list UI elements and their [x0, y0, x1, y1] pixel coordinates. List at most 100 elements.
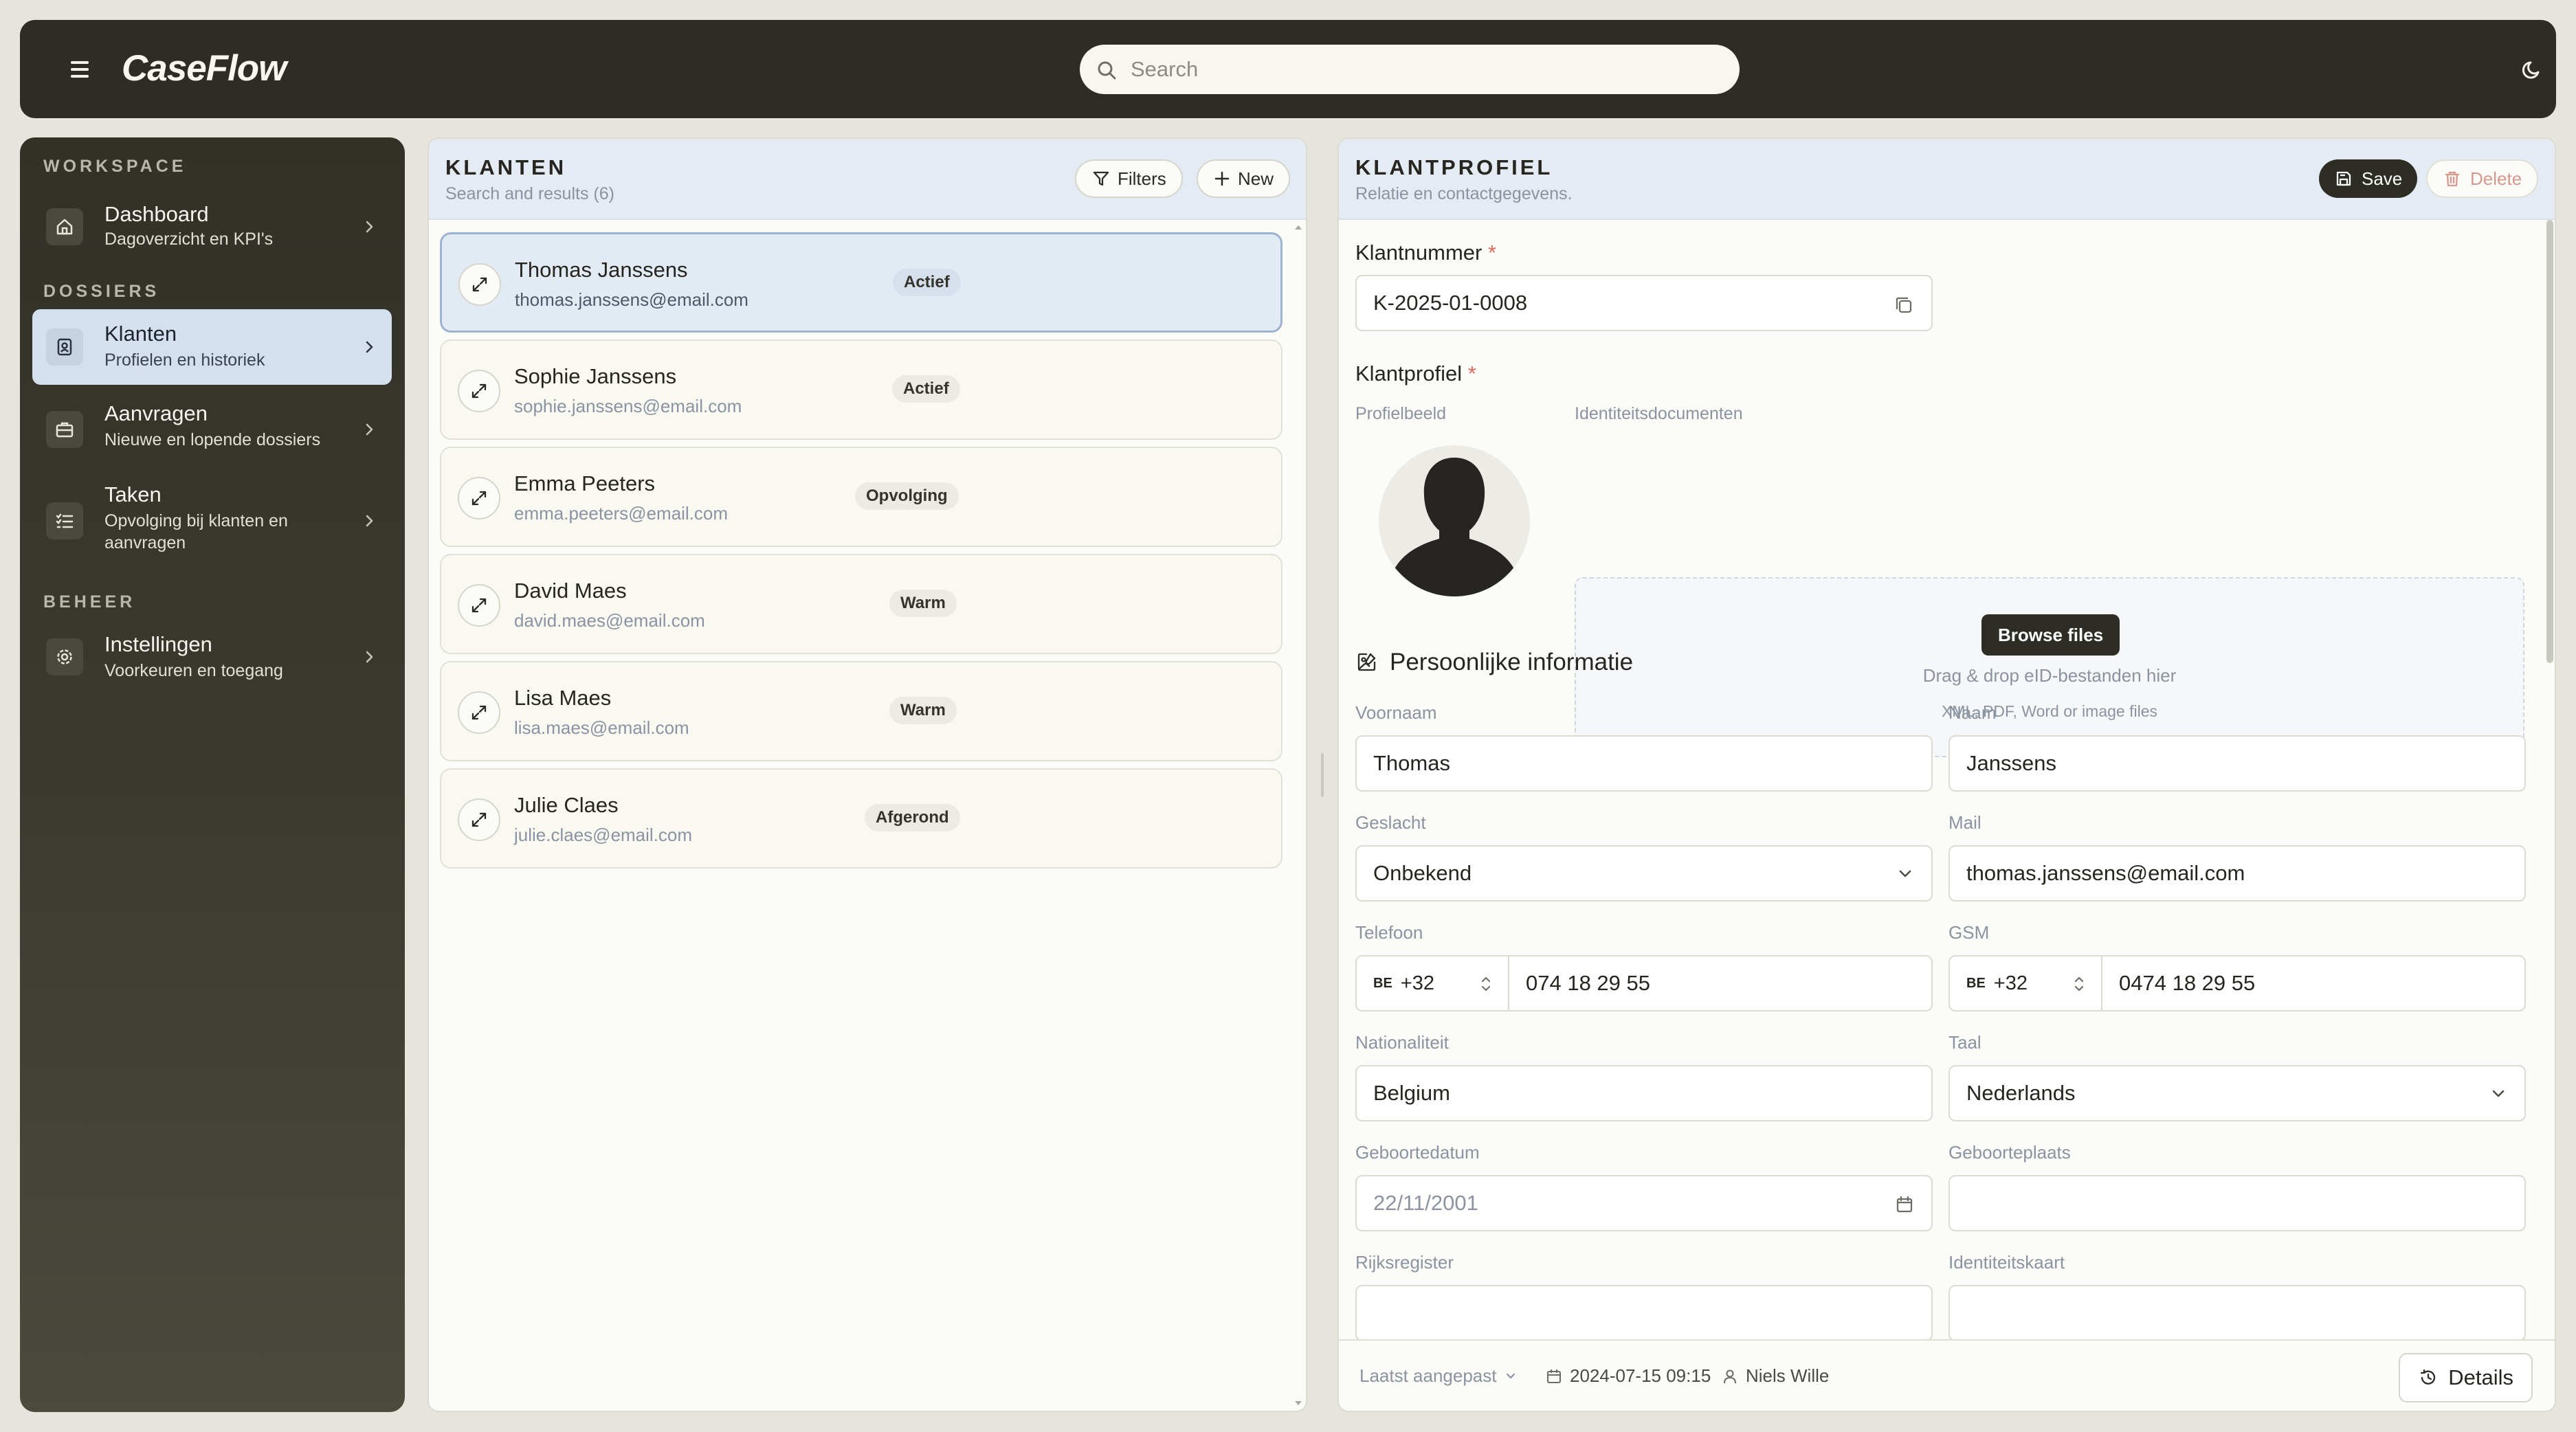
profile-footer: Laatst aangepast 2024-07-15 09:15 Niels …	[1339, 1339, 2555, 1411]
customer-name: Emma Peeters	[514, 471, 656, 495]
nationaliteit-label: Nationaliteit	[1355, 1032, 1449, 1053]
chevron-right-icon	[366, 423, 373, 436]
list-header: KLANTEN Search and results (6) Filters N…	[429, 139, 1306, 220]
sidebar-item-dashboard[interactable]: Dashboard Dagoverzicht en KPI's	[32, 188, 392, 265]
copy-icon[interactable]	[1893, 294, 1915, 316]
list-scrollbar[interactable]	[1291, 223, 1306, 1408]
profile-scrollbar-thumb[interactable]	[2546, 220, 2553, 663]
save-button[interactable]: Save	[2319, 159, 2418, 198]
expand-icon[interactable]	[458, 370, 500, 412]
geboortedatum-field[interactable]: 22/11/2001	[1355, 1175, 1933, 1231]
voornaam-field[interactable]: Thomas	[1355, 735, 1933, 792]
telefoon-country-select[interactable]: BE +32	[1357, 956, 1509, 1010]
sidebar-section-dossiers: DOSSIERS	[43, 282, 160, 301]
customer-card-sophie-janssens[interactable]: Sophie Janssens sophie.janssens@email.co…	[440, 339, 1283, 440]
modified-by: Niels Wille	[1721, 1365, 1829, 1387]
geboorteplaats-label: Geboorteplaats	[1948, 1142, 2071, 1163]
history-icon	[2421, 1369, 2436, 1385]
status-badge: Warm	[889, 590, 957, 617]
customer-card-lisa-maes[interactable]: Lisa Maes lisa.maes@email.com Warm	[440, 661, 1283, 761]
moon-icon[interactable]	[2520, 57, 2545, 82]
customer-email: david.maes@email.com	[514, 610, 705, 631]
sidebar-item-aanvragen[interactable]: Aanvragen Nieuwe en lopende dossiers	[32, 392, 392, 467]
delete-label: Delete	[2470, 168, 2522, 189]
app-logo[interactable]: CaseFlow	[122, 45, 287, 93]
sidebar-item-instellingen[interactable]: Instellingen Voorkeuren en toegang	[32, 618, 392, 695]
customer-card-thomas-janssens[interactable]: Thomas Janssens thomas.janssens@email.co…	[440, 232, 1283, 333]
avatar[interactable]	[1379, 445, 1530, 596]
briefcase-icon	[46, 411, 83, 448]
expand-icon[interactable]	[458, 584, 500, 627]
filters-button[interactable]: Filters	[1075, 159, 1183, 198]
chevron-right-icon	[366, 515, 373, 527]
sidebar-item-taken[interactable]: Taken Opvolging bij klanten en aanvragen	[32, 474, 392, 568]
calendar-icon	[1546, 1369, 1562, 1383]
expand-icon[interactable]	[458, 477, 500, 519]
customer-card-david-maes[interactable]: David Maes david.maes@email.com Warm	[440, 554, 1283, 654]
taal-select[interactable]: Nederlands	[1948, 1065, 2526, 1121]
calendar-icon[interactable]	[1894, 1194, 1915, 1215]
nationaliteit-field[interactable]: Belgium	[1355, 1065, 1933, 1121]
hamburger-menu-icon[interactable]	[63, 54, 97, 85]
customer-card-emma-peeters[interactable]: Emma Peeters emma.peeters@email.com Opvo…	[440, 447, 1283, 547]
top-bar: CaseFlow	[20, 20, 2556, 118]
document-dropzone[interactable]: Browse files Drag & drop eID-bestanden h…	[1575, 577, 2524, 757]
voornaam-label: Voornaam	[1355, 702, 1437, 723]
identiteitskaart-field[interactable]	[1948, 1285, 2526, 1341]
profile-subtitle: Relatie en contactgegevens.	[1355, 184, 1573, 203]
chevron-right-icon	[366, 651, 373, 663]
search-input[interactable]	[1131, 45, 1722, 94]
gsm-number: 0474 18 29 55	[2119, 971, 2256, 995]
klantprofiel-label: Klantprofiel *	[1355, 361, 1476, 385]
home-icon	[46, 208, 83, 245]
last-modified-dropdown[interactable]: Laatst aangepast	[1359, 1365, 1518, 1387]
klantnummer-field[interactable]: K-2025-01-0008	[1355, 275, 1933, 331]
customer-email: emma.peeters@email.com	[514, 503, 729, 524]
geboorteplaats-field[interactable]	[1948, 1175, 2526, 1231]
expand-icon[interactable]	[458, 691, 500, 734]
trash-icon	[2445, 171, 2460, 187]
gsm-country-select[interactable]: BE +32	[1950, 956, 2102, 1010]
sidebar-item-title: Aanvragen	[104, 401, 208, 425]
chevron-down-icon	[2492, 1090, 2505, 1097]
customer-email: lisa.maes@email.com	[514, 717, 689, 738]
identiteitskaart-label: Identiteitskaart	[1948, 1252, 2065, 1273]
naam-field[interactable]: Janssens	[1948, 735, 2526, 792]
sidebar-item-subtitle: Dagoverzicht en KPI's	[104, 230, 274, 249]
scroll-up-icon[interactable]	[1291, 223, 1306, 232]
panel-resize-handle[interactable]	[1321, 753, 1324, 797]
customer-email: thomas.janssens@email.com	[515, 289, 748, 310]
customer-card-julie-claes[interactable]: Julie Claes julie.claes@email.com Afgero…	[440, 768, 1283, 869]
sidebar-item-klanten[interactable]: Klanten Profielen en historiek	[32, 309, 392, 385]
chevron-down-icon	[1506, 1373, 1515, 1378]
scroll-down-icon[interactable]	[1291, 1398, 1306, 1408]
browse-files-button[interactable]: Browse files	[1981, 614, 2120, 656]
profile-scrollbar[interactable]	[2543, 220, 2555, 1340]
profile-title: KLANTPROFIEL	[1355, 155, 1553, 179]
chevron-right-icon	[366, 341, 373, 353]
geslacht-select[interactable]: Onbekend	[1355, 845, 1933, 902]
delete-button[interactable]: Delete	[2426, 159, 2539, 198]
customer-name: David Maes	[514, 579, 627, 603]
new-button[interactable]: New	[1197, 159, 1291, 198]
expand-icon[interactable]	[458, 798, 500, 841]
sidebar-item-title: Instellingen	[104, 632, 212, 656]
rijksregister-field[interactable]	[1355, 1285, 1933, 1341]
taal-label: Taal	[1948, 1032, 1981, 1053]
up-down-chevron-icon	[1481, 976, 1491, 992]
identiteitsdocumenten-label: Identiteitsdocumenten	[1575, 404, 1743, 423]
expand-icon[interactable]	[458, 263, 501, 306]
person-silhouette-icon	[1392, 458, 1516, 596]
modified-date: 2024-07-15 09:15	[1545, 1365, 1711, 1387]
telefoon-field[interactable]: BE +32 074 18 29 55	[1355, 955, 1933, 1011]
mail-field[interactable]: thomas.janssens@email.com	[1948, 845, 2526, 902]
gsm-field[interactable]: BE +32 0474 18 29 55	[1948, 955, 2526, 1011]
customer-name: Lisa Maes	[514, 686, 612, 710]
search-bar[interactable]	[1080, 45, 1740, 94]
customer-list-panel: KLANTEN Search and results (6) Filters N…	[428, 137, 1307, 1412]
details-button[interactable]: Details	[2399, 1353, 2533, 1402]
filter-icon	[1093, 171, 1109, 186]
customer-name: Julie Claes	[514, 793, 619, 817]
status-badge: Actief	[893, 269, 961, 296]
telefoon-number: 074 18 29 55	[1526, 971, 1651, 995]
